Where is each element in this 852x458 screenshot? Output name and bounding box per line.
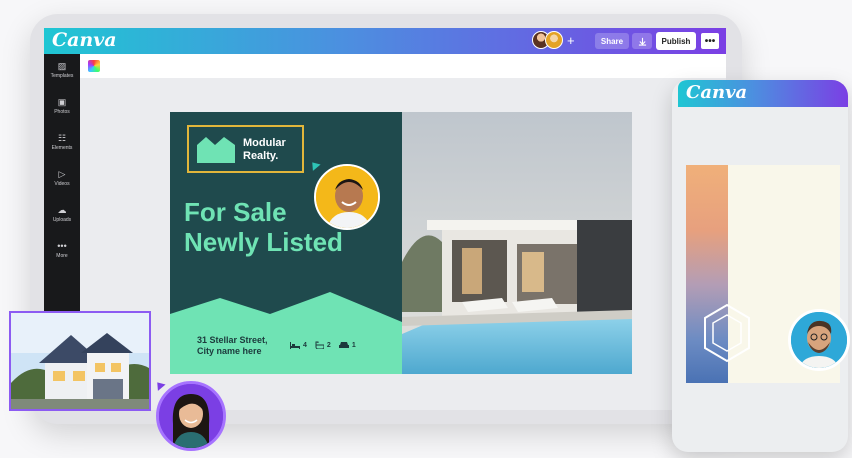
car-icon bbox=[338, 341, 349, 348]
beds-count: 4 bbox=[303, 341, 307, 349]
headline-line: Newly Listed bbox=[184, 227, 343, 257]
brand-name-line: Realty. bbox=[243, 150, 279, 162]
bath-icon bbox=[315, 341, 324, 349]
brand-name: Modular Realty. bbox=[243, 137, 303, 163]
collaborator-avatar-woman bbox=[156, 381, 226, 451]
editor-topbar: Canva + Share Publish ••• bbox=[44, 28, 726, 54]
sidebar-item-elements[interactable]: ☷ Elements bbox=[44, 132, 80, 152]
sidebar-item-uploads[interactable]: ☁ Uploads bbox=[44, 204, 80, 224]
canva-promo-stage: Canva + Share Publish ••• ▨ Templates ▣ … bbox=[0, 0, 852, 458]
sidebar-item-label: More bbox=[56, 253, 68, 259]
house-logo-icon bbox=[197, 137, 235, 163]
selected-house-photo[interactable] bbox=[9, 311, 151, 411]
share-button[interactable]: Share bbox=[595, 33, 629, 49]
canva-logo[interactable]: Canva bbox=[686, 82, 747, 103]
uploads-icon: ☁ bbox=[57, 205, 67, 215]
collaborator-avatars[interactable]: + bbox=[532, 31, 575, 49]
baths-feature: 2 bbox=[315, 341, 331, 349]
phone-topbar: Canva bbox=[678, 80, 848, 107]
cars-feature: 1 bbox=[338, 341, 356, 349]
sidebar-item-label: Videos bbox=[54, 181, 70, 187]
sidebar-item-templates[interactable]: ▨ Templates bbox=[44, 60, 80, 80]
brand-logo-frame[interactable]: Modular Realty. bbox=[187, 125, 304, 173]
hexagon-shape-icon bbox=[704, 303, 750, 363]
sidebar-item-more[interactable]: ••• More bbox=[44, 240, 80, 260]
green-wave-shape bbox=[170, 292, 402, 374]
sidebar-item-label: Templates bbox=[50, 73, 74, 79]
collaborator-avatar[interactable] bbox=[545, 31, 563, 49]
brand-name-line: Modular bbox=[243, 137, 286, 149]
elements-icon: ☷ bbox=[57, 133, 67, 143]
property-address[interactable]: 31 Stellar Street, City name here bbox=[197, 335, 287, 357]
sidebar-item-label: Elements bbox=[51, 145, 73, 151]
canva-logo[interactable]: Canva bbox=[52, 29, 117, 51]
address-line: City name here bbox=[197, 346, 262, 356]
beds-feature: 4 bbox=[290, 341, 307, 349]
collaborator-avatar-bearded-man bbox=[788, 309, 850, 371]
collaborator-avatar-man bbox=[314, 164, 380, 230]
more-icon: ••• bbox=[57, 241, 67, 251]
sidebar-item-photos[interactable]: ▣ Photos bbox=[44, 96, 80, 116]
editor-toolbar bbox=[80, 54, 726, 78]
templates-icon: ▨ bbox=[57, 61, 67, 71]
cars-count: 1 bbox=[351, 341, 356, 349]
color-picker-icon[interactable] bbox=[88, 60, 100, 72]
design-text-panel: Modular Realty. For Sale Newly Listed 31… bbox=[170, 112, 402, 374]
property-features: 4 2 1 bbox=[290, 341, 356, 349]
bearded-man-portrait bbox=[791, 312, 847, 368]
sidebar-item-videos[interactable]: ▷ Videos bbox=[44, 168, 80, 188]
baths-count: 2 bbox=[326, 341, 331, 349]
photos-icon: ▣ bbox=[57, 97, 67, 107]
more-options-button[interactable]: ••• bbox=[700, 32, 720, 50]
woman-portrait bbox=[159, 384, 223, 448]
download-icon bbox=[638, 37, 646, 46]
videos-icon: ▷ bbox=[58, 169, 66, 179]
phone-device: Canva bbox=[672, 80, 848, 452]
publish-button[interactable]: Publish bbox=[656, 32, 696, 50]
address-line: 31 Stellar Street, bbox=[197, 335, 268, 345]
sidebar-item-label: Photos bbox=[54, 109, 70, 115]
add-collaborator-button[interactable]: + bbox=[567, 33, 575, 48]
real-estate-design[interactable]: Modular Realty. For Sale Newly Listed 31… bbox=[170, 112, 632, 374]
sidebar-item-label: Uploads bbox=[52, 217, 72, 223]
download-button[interactable] bbox=[632, 33, 652, 49]
bed-icon bbox=[290, 341, 300, 349]
house-photo bbox=[11, 313, 149, 409]
modern-house-photo[interactable] bbox=[402, 112, 632, 374]
